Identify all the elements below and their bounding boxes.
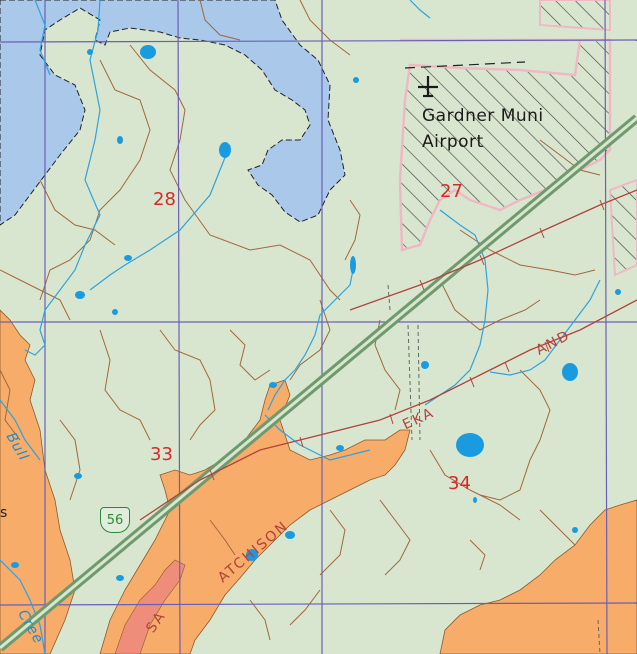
airport-name-line1: Gardner Muni: [422, 106, 544, 126]
section-label-27: 27: [440, 181, 463, 202]
us-highway-shield: 56: [100, 507, 130, 533]
airport-area-east: [608, 178, 637, 277]
topographic-map[interactable]: 28 27 33 34 Gardner Muni Airport 56 EKA …: [0, 0, 637, 654]
map-canvas: [0, 0, 637, 654]
highway-number: 56: [106, 512, 124, 528]
section-label-34: 34: [448, 473, 471, 494]
airport-area-north: [539, 0, 611, 32]
section-label-33: 33: [150, 444, 173, 465]
edge-label: s: [0, 505, 8, 521]
section-label-28: 28: [153, 189, 176, 210]
airport-name-line2: Airport: [422, 132, 484, 152]
